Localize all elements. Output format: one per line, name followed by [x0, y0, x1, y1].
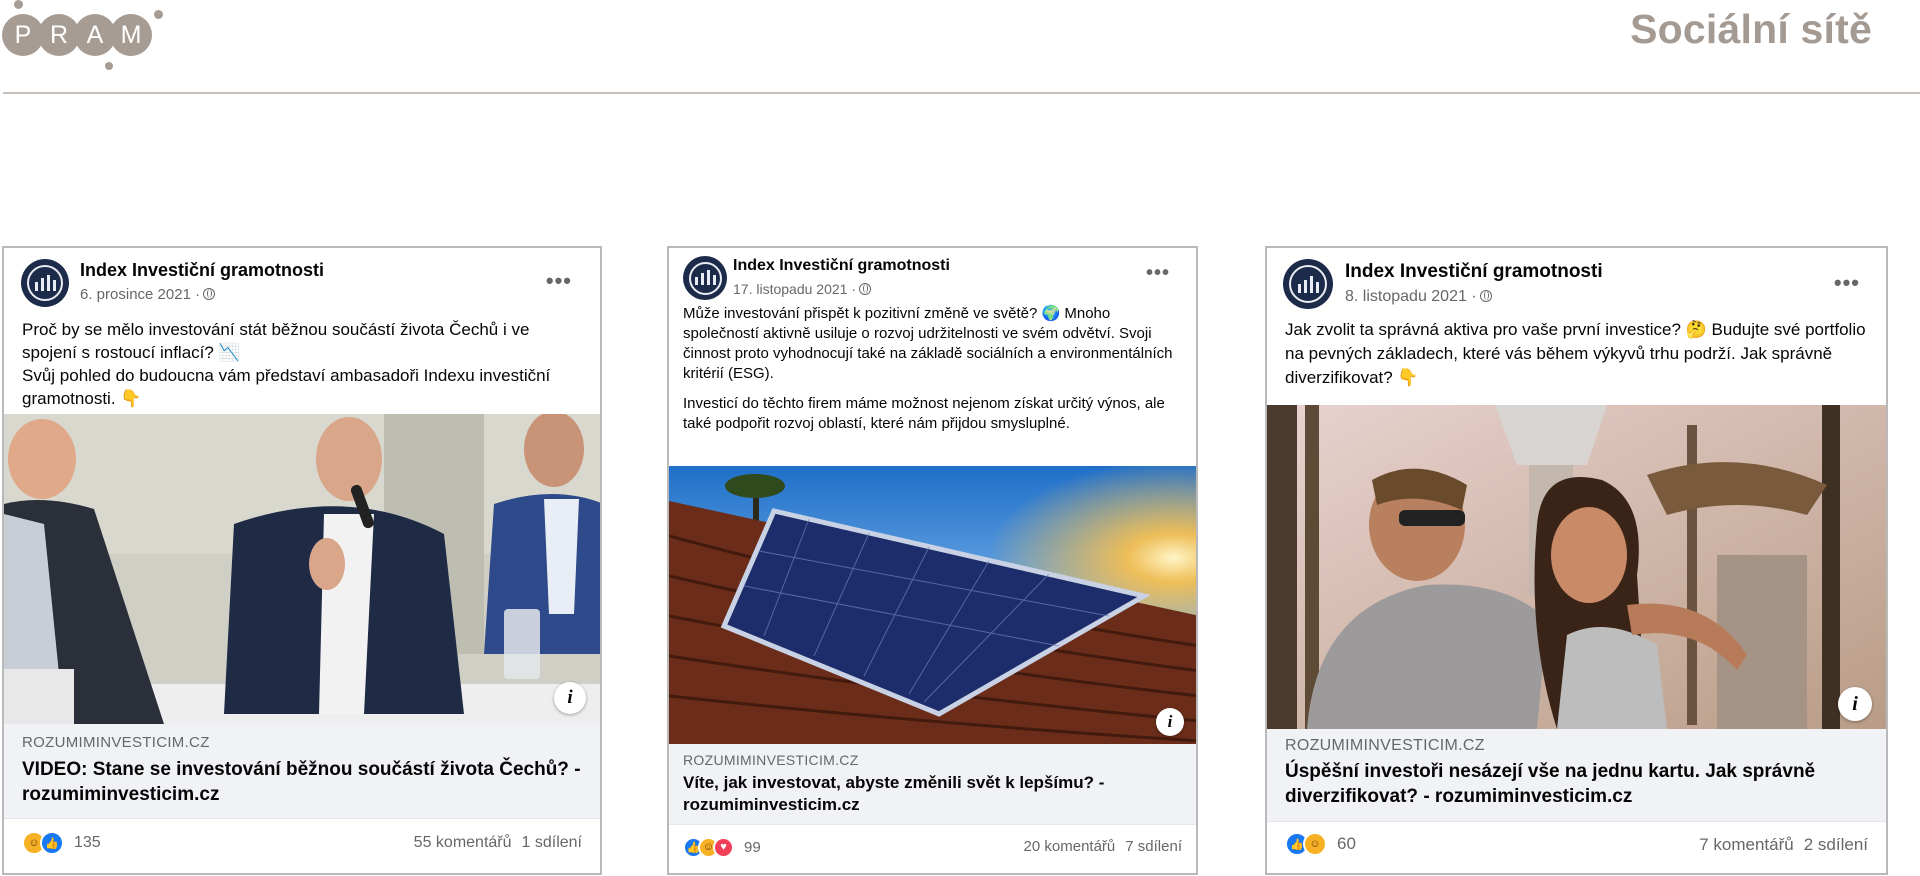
post-header: Index Investiční gramotnosti 6. prosince… — [4, 248, 600, 318]
link-domain: ROZUMIMINVESTICIM.CZ — [22, 734, 210, 751]
pram-logo: P R A M — [0, 0, 170, 75]
comments-count[interactable]: 55 komentářů — [414, 834, 512, 851]
page-avatar[interactable] — [683, 256, 727, 300]
page-avatar[interactable] — [1283, 259, 1333, 309]
post-footer: ☺ 👍 135 55 komentářů 1 sdílení — [4, 818, 600, 867]
post-footer: 👍 ☺ 60 7 komentářů 2 sdílení — [1267, 821, 1886, 868]
reaction-count: 135 — [74, 834, 101, 851]
post-stats: 20 komentářů 7 sdílení — [1024, 838, 1182, 855]
post-text: Může investování přispět k pozitivní změ… — [669, 304, 1196, 466]
couple-photo — [1267, 405, 1886, 729]
link-domain: ROZUMIMINVESTICIM.CZ — [1285, 737, 1485, 754]
link-preview[interactable]: ROZUMIMINVESTICIM.CZ Víte, jak investova… — [669, 744, 1196, 824]
post-stats: 55 komentářů 1 sdílení — [414, 834, 582, 852]
globe-icon — [203, 288, 216, 300]
post-date-text: 6. prosince 2021 · — [80, 286, 201, 303]
shares-count[interactable]: 1 sdílení — [522, 834, 582, 851]
link-domain: ROZUMIMINVESTICIM.CZ — [683, 752, 859, 768]
post-paragraph: Investicí do těchto firem máme možnost n… — [683, 395, 1165, 432]
info-icon[interactable]: i — [1156, 708, 1184, 736]
shares-count[interactable]: 2 sdílení — [1804, 835, 1868, 854]
post-paragraph: Svůj pohled do budoucna vám představí am… — [22, 366, 551, 408]
post-author[interactable]: Index Investiční gramotnosti — [1345, 261, 1603, 283]
post-header: Index Investiční gramotnosti 17. listopa… — [669, 248, 1196, 304]
post-footer: 👍 ☺ ♥ 99 20 komentářů 7 sdílení — [669, 824, 1196, 869]
post-date[interactable]: 8. listopadu 2021 · — [1345, 288, 1492, 306]
info-icon[interactable]: i — [554, 682, 586, 714]
post-paragraph: Může investování přispět k pozitivní změ… — [683, 305, 1173, 382]
comments-count[interactable]: 7 komentářů — [1699, 835, 1794, 854]
more-options-icon[interactable]: ••• — [1834, 270, 1860, 296]
reactions[interactable]: ☺ 👍 135 — [22, 831, 101, 855]
link-title: VIDEO: Stane se investování běžnou součá… — [22, 759, 581, 805]
reactions[interactable]: 👍 ☺ ♥ 99 — [683, 836, 761, 858]
post-paragraph: Proč by se mělo investování stát běžnou … — [22, 320, 530, 362]
reaction-count: 99 — [744, 838, 761, 856]
post-image[interactable]: i — [669, 466, 1196, 744]
post-date-text: 17. listopadu 2021 · — [733, 281, 856, 297]
reaction-count: 60 — [1337, 834, 1356, 853]
post-image[interactable]: i — [1267, 405, 1886, 729]
link-title: Úspěšní investoři nesázejí vše na jednu … — [1285, 761, 1816, 807]
post-image[interactable]: i — [4, 414, 600, 724]
link-preview[interactable]: ROZUMIMINVESTICIM.CZ VIDEO: Stane se inv… — [4, 724, 600, 818]
facebook-post: Index Investiční gramotnosti 8. listopad… — [1265, 246, 1888, 875]
more-options-icon[interactable]: ••• — [1146, 262, 1170, 285]
shares-count[interactable]: 7 sdílení — [1125, 838, 1182, 855]
reactions[interactable]: 👍 ☺ 60 — [1285, 832, 1356, 856]
post-text: Proč by se mělo investování stát běžnou … — [4, 318, 600, 414]
post-date[interactable]: 17. listopadu 2021 · — [733, 281, 871, 297]
globe-icon — [858, 283, 871, 295]
post-text: Jak zvolit ta správná aktiva pro vaše pr… — [1267, 318, 1886, 405]
solar-panel-photo — [669, 466, 1196, 744]
facebook-post: Index Investiční gramotnosti 17. listopa… — [667, 246, 1198, 875]
link-preview[interactable]: ROZUMIMINVESTICIM.CZ Úspěšní investoři n… — [1267, 729, 1886, 821]
post-author[interactable]: Index Investiční gramotnosti — [733, 257, 950, 275]
post-date[interactable]: 6. prosince 2021 · — [80, 286, 216, 303]
more-options-icon[interactable]: ••• — [546, 268, 572, 294]
like-reaction-icon: 👍 — [40, 831, 64, 855]
people-photo — [4, 414, 600, 724]
post-author[interactable]: Index Investiční gramotnosti — [80, 260, 324, 281]
comments-count[interactable]: 20 komentářů — [1024, 838, 1116, 855]
post-paragraph: Jak zvolit ta správná aktiva pro vaše pr… — [1285, 320, 1866, 387]
post-stats: 7 komentářů 2 sdílení — [1699, 835, 1868, 855]
page-avatar[interactable] — [21, 259, 69, 307]
facebook-post: Index Investiční gramotnosti 6. prosince… — [2, 246, 602, 875]
post-header: Index Investiční gramotnosti 8. listopad… — [1267, 248, 1886, 318]
info-icon[interactable]: i — [1838, 687, 1872, 721]
link-title: Víte, jak investovat, abyste změnili svě… — [683, 773, 1105, 814]
page-title: Sociální sítě — [1630, 6, 1872, 52]
header-divider — [3, 92, 1920, 94]
globe-icon — [1479, 290, 1492, 302]
love-reaction-icon: ♥ — [713, 836, 734, 858]
post-date-text: 8. listopadu 2021 · — [1345, 288, 1477, 305]
haha-reaction-icon: ☺ — [1303, 832, 1327, 856]
logo-letter: M — [110, 14, 152, 56]
